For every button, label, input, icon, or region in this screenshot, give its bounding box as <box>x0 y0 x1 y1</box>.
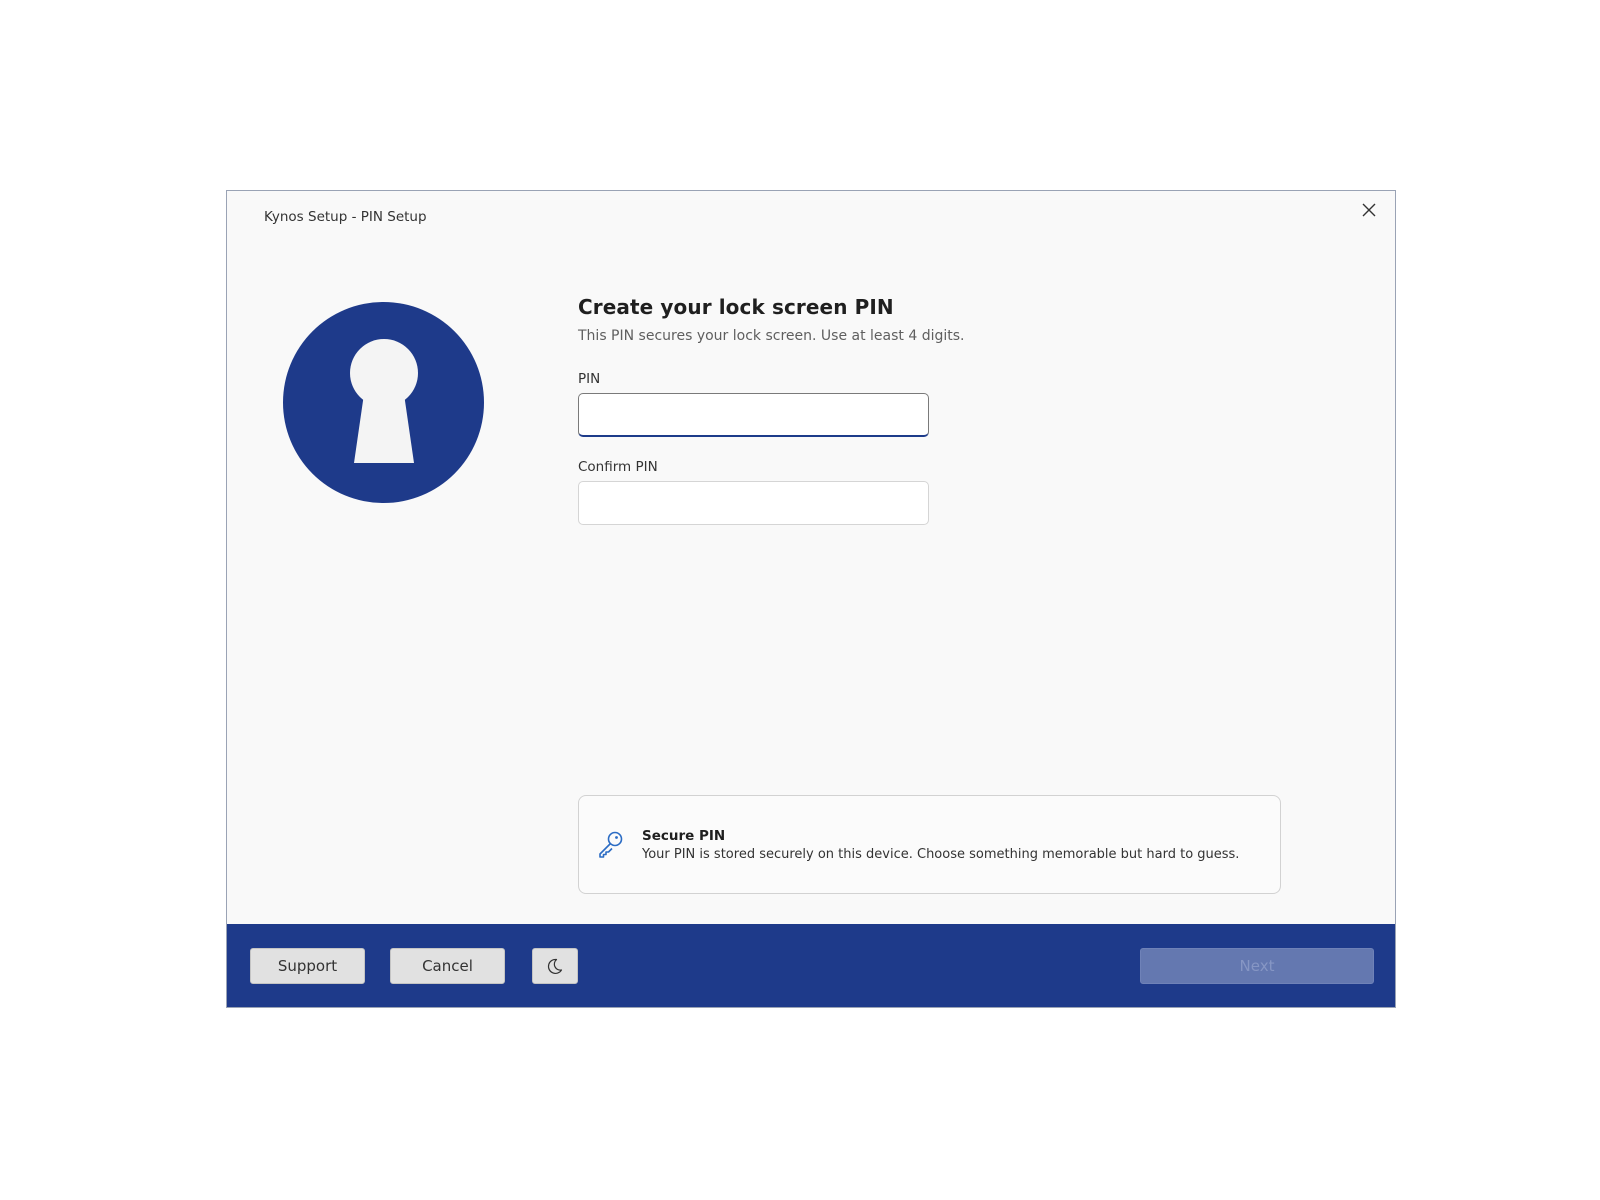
footer-bar: Support Cancel Next <box>227 924 1395 1007</box>
window-title: Kynos Setup - PIN Setup <box>264 209 427 225</box>
info-body: Your PIN is stored securely on this devi… <box>642 847 1240 862</box>
confirm-pin-input[interactable] <box>578 481 929 525</box>
close-button[interactable] <box>1353 197 1385 223</box>
close-icon <box>1362 203 1376 217</box>
confirm-pin-label: Confirm PIN <box>578 459 658 475</box>
pin-form: Create your lock screen PIN This PIN sec… <box>578 295 1298 525</box>
page-title: Create your lock screen PIN <box>578 295 894 319</box>
next-button[interactable]: Next <box>1140 948 1374 984</box>
info-card: Secure PIN Your PIN is stored securely o… <box>578 795 1281 894</box>
support-button[interactable]: Support <box>250 948 365 984</box>
pin-input[interactable] <box>578 393 929 437</box>
pin-label: PIN <box>578 371 601 387</box>
keyhole-icon <box>283 302 484 503</box>
page-subtitle: This PIN secures your lock screen. Use a… <box>578 328 965 344</box>
cancel-button[interactable]: Cancel <box>390 948 505 984</box>
info-title: Secure PIN <box>642 828 726 844</box>
setup-window: Kynos Setup - PIN Setup Create your lock… <box>226 190 1396 1008</box>
theme-toggle-button[interactable] <box>532 948 578 984</box>
moon-icon <box>547 958 563 974</box>
key-icon <box>599 831 623 858</box>
